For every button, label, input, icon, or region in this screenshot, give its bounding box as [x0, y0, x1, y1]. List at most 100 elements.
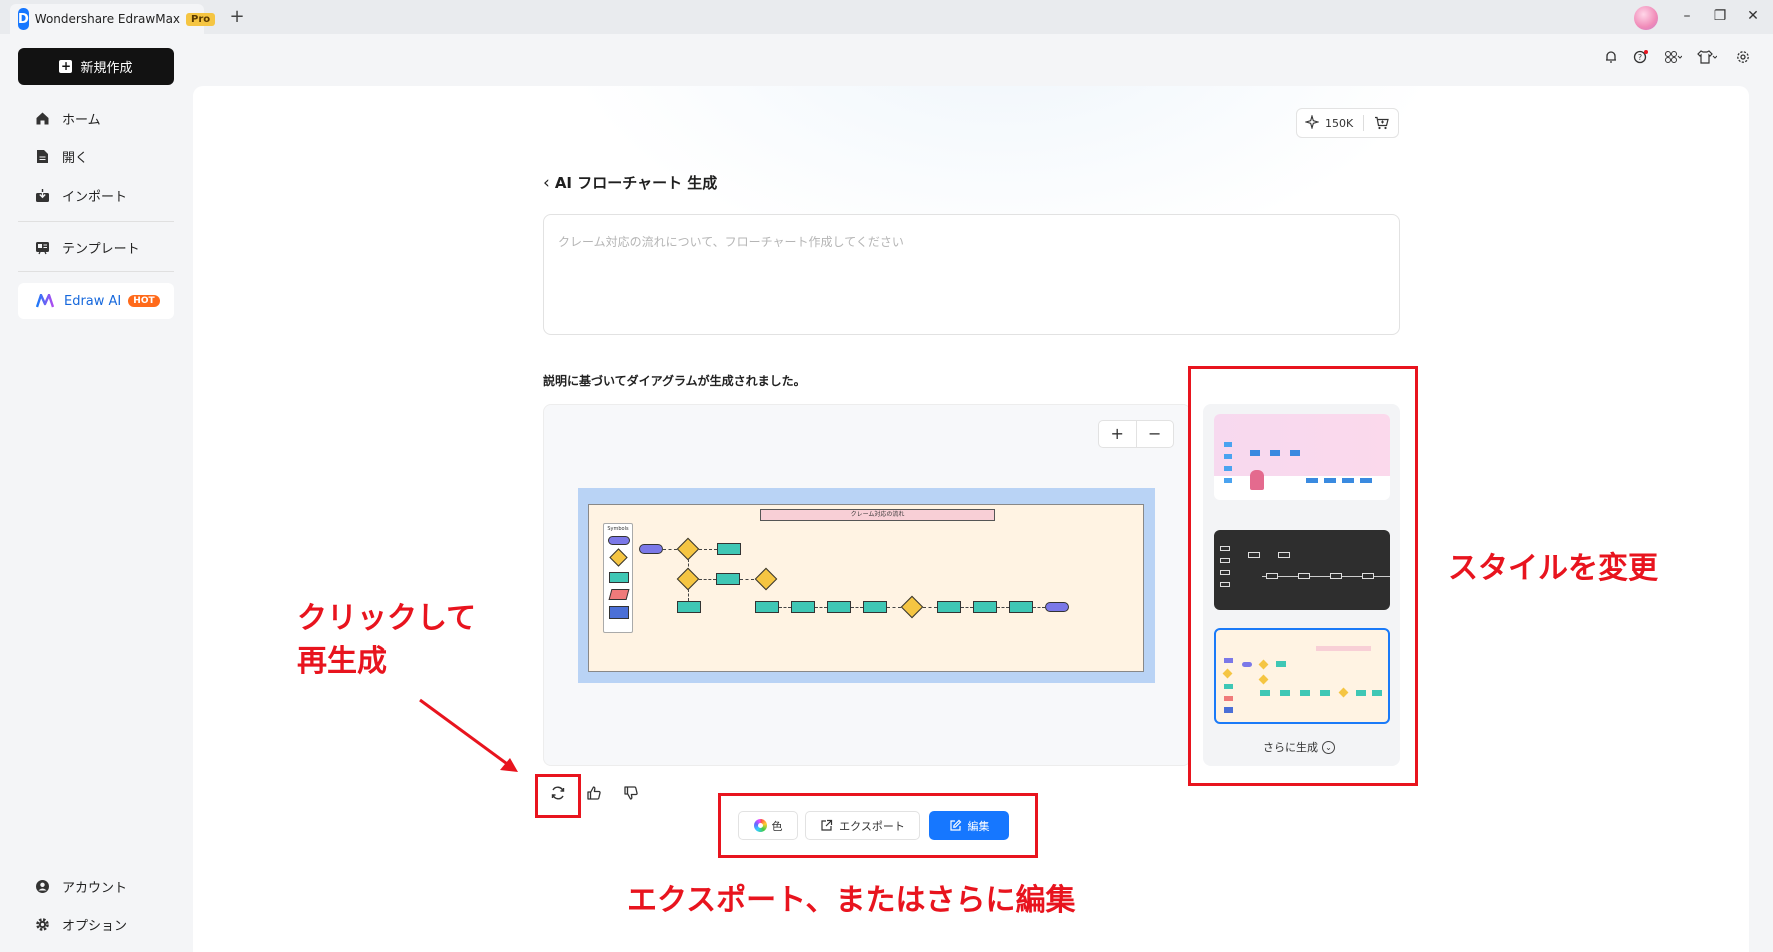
annotation-arrow-icon: [419, 698, 518, 772]
page-title: ‹ AI フローチャート 生成: [543, 172, 717, 193]
credits-widget[interactable]: 150K: [1296, 108, 1399, 138]
flow-process: [716, 573, 740, 585]
edraw-ai-logo-icon: [36, 294, 54, 308]
zoom-out-button[interactable]: −: [1137, 421, 1174, 447]
legend-document: [609, 606, 629, 619]
flow-process: [827, 601, 851, 613]
shirt-icon[interactable]: [1696, 49, 1718, 71]
new-tab-button[interactable]: +: [225, 6, 249, 27]
sidebar-item-import[interactable]: インポート: [34, 184, 127, 206]
flow-process: [755, 601, 779, 613]
flow-edge: [961, 607, 973, 608]
file-icon: [34, 148, 50, 164]
sidebar-divider: [18, 271, 174, 272]
thumbs-up-icon[interactable]: [583, 785, 605, 807]
flow-edge: [740, 579, 754, 580]
flow-edge: [699, 549, 717, 550]
legend-title: Symbols: [607, 526, 629, 532]
sidebar-item-label: 開く: [62, 150, 89, 166]
flow-end: [1045, 602, 1069, 612]
flow-process: [973, 601, 997, 613]
new-create-label: 新規作成: [80, 61, 133, 76]
flow-edge: [997, 607, 1009, 608]
zoom-in-button[interactable]: +: [1099, 421, 1137, 447]
import-icon: [34, 187, 50, 203]
flow-start: [639, 544, 663, 554]
sidebar-item-label: アカウント: [62, 880, 128, 896]
sidebar-item-label: インポート: [62, 189, 128, 205]
pro-badge: Pro: [186, 12, 216, 26]
sidebar-divider: [18, 221, 174, 222]
back-chevron-icon[interactable]: ‹: [543, 173, 550, 193]
gear-icon: [34, 916, 50, 932]
flow-process: [1009, 601, 1033, 613]
flow-edge: [887, 607, 901, 608]
credits-value: 150K: [1325, 116, 1354, 130]
avatar[interactable]: [1634, 6, 1658, 30]
annotation-regenerate-line1: クリックして: [297, 601, 477, 636]
apps-icon[interactable]: [1662, 49, 1684, 71]
flow-edge: [851, 607, 863, 608]
sidebar-item-template[interactable]: テンプレート: [34, 236, 140, 258]
flow-decision: [754, 567, 778, 591]
flow-decision: [900, 595, 924, 619]
flowchart-page: クレーム対応の流れ Symbols: [588, 504, 1144, 672]
page-title-text: AI フローチャート 生成: [554, 174, 718, 192]
sparkle-icon: [1303, 113, 1321, 132]
app-title: Wondershare EdrawMax: [34, 12, 181, 26]
flow-edge: [688, 589, 689, 601]
sidebar-item-open[interactable]: 開く: [34, 145, 88, 167]
sidebar-item-label: オプション: [62, 918, 128, 934]
annotation-style: スタイルを変更: [1448, 551, 1658, 586]
flow-decision: [676, 537, 700, 561]
hot-badge: HOT: [128, 295, 160, 307]
settings-gear-icon[interactable]: [1732, 49, 1754, 71]
minimize-button[interactable]: –: [1675, 4, 1699, 28]
restore-button[interactable]: ❐: [1708, 4, 1732, 28]
legend-box: Symbols: [603, 523, 633, 633]
svg-text:?: ?: [1638, 53, 1642, 62]
sidebar-item-account[interactable]: アカウント: [34, 875, 127, 897]
sidebar-item-home[interactable]: ホーム: [34, 107, 101, 129]
home-icon: [34, 110, 50, 126]
flow-decision: [676, 567, 700, 591]
sidebar-item-edraw-ai[interactable]: Edraw AI HOT: [18, 283, 174, 319]
flow-process: [677, 601, 701, 613]
zoom-controls: + −: [1098, 420, 1174, 448]
sidebar-item-label: テンプレート: [62, 241, 140, 257]
template-icon: [34, 239, 50, 255]
bell-icon[interactable]: [1600, 49, 1622, 71]
prompt-input[interactable]: [558, 233, 1385, 316]
flowchart-title: クレーム対応の流れ: [760, 509, 995, 521]
flow-edge: [923, 607, 937, 608]
flowchart-preview[interactable]: クレーム対応の流れ Symbols: [578, 488, 1155, 683]
annotation-box-actions: [718, 793, 1038, 858]
legend-diamond: [609, 548, 628, 567]
title-bar: D Wondershare EdrawMax Pro + – ❐ ✕: [0, 0, 1773, 34]
prompt-box: [543, 214, 1400, 335]
legend-rect: [609, 572, 629, 583]
flow-edge: [779, 607, 791, 608]
app-tab[interactable]: D Wondershare EdrawMax Pro: [10, 4, 216, 34]
thumbs-down-icon[interactable]: [620, 785, 642, 807]
flow-process: [863, 601, 887, 613]
annotation-regenerate-line2: 再生成: [297, 644, 387, 679]
edrawmax-logo-icon: D: [18, 8, 29, 30]
sidebar-item-options[interactable]: オプション: [34, 913, 127, 935]
close-button[interactable]: ✕: [1741, 4, 1765, 28]
cart-icon[interactable]: [1374, 116, 1389, 130]
annotation-box-regenerate: [535, 774, 581, 818]
flow-edge: [699, 579, 716, 580]
flow-edge: [663, 549, 677, 550]
flow-process: [937, 601, 961, 613]
flow-edge: [815, 607, 827, 608]
account-icon: [34, 878, 50, 894]
new-create-button[interactable]: + 新規作成: [18, 48, 174, 85]
help-icon[interactable]: ?: [1630, 49, 1652, 71]
sidebar-item-label: ホーム: [62, 112, 101, 128]
flow-process: [791, 601, 815, 613]
edraw-ai-label: Edraw AI: [64, 293, 122, 309]
legend-parallelogram: [608, 589, 630, 600]
credit-separator: [1363, 115, 1365, 131]
flow-process: [717, 543, 741, 555]
